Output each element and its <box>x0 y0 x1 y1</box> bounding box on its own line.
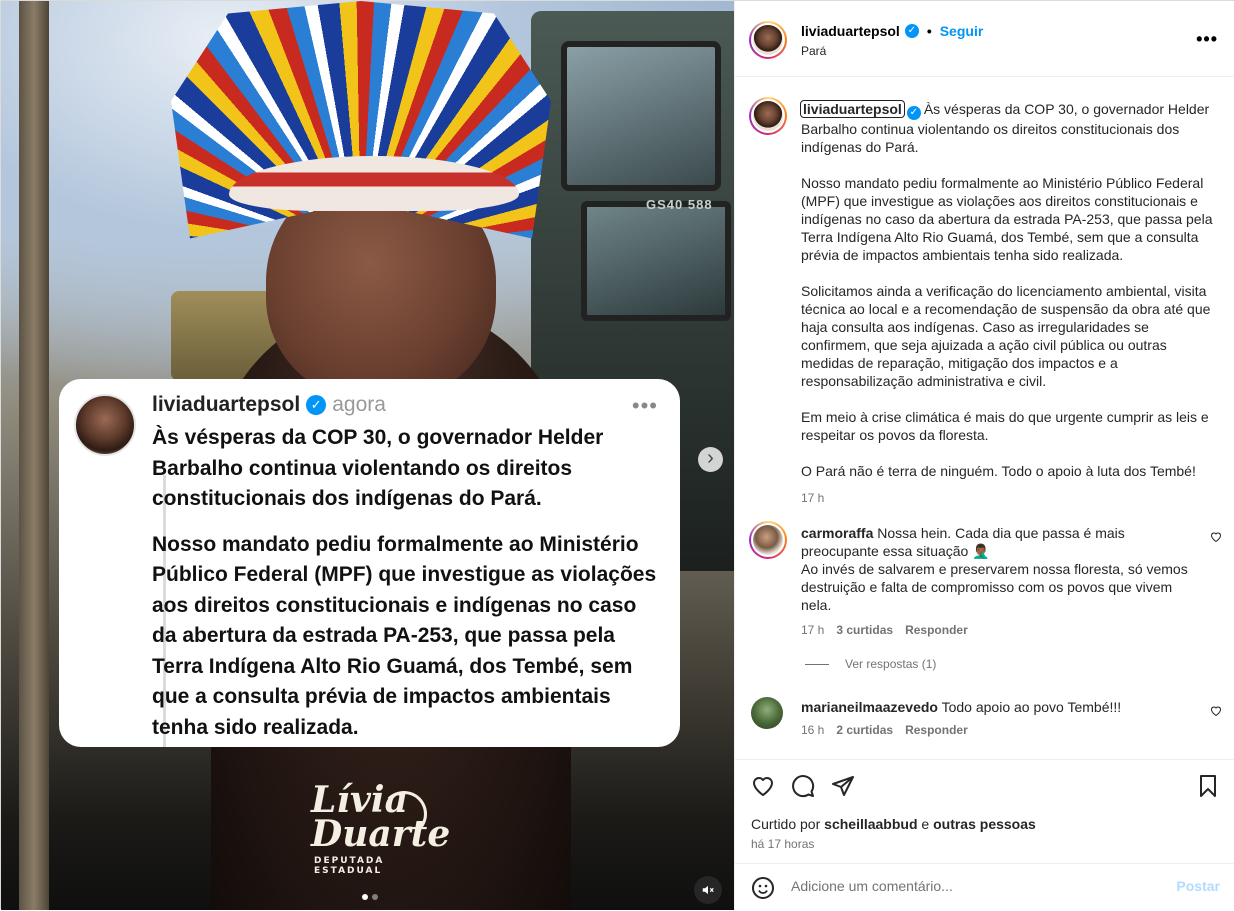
header-username[interactable]: liviaduartepsol <box>801 23 900 39</box>
share-paper-plane-icon[interactable] <box>831 774 855 798</box>
post-header: liviaduartepsol ✓ • Seguir Pará ••• <box>735 1 1234 77</box>
location-link[interactable]: Pará <box>801 44 826 58</box>
liked-by-user[interactable]: scheillaabbud <box>824 816 917 832</box>
like-heart-icon[interactable] <box>751 774 775 798</box>
card-text: Às vésperas da COP 30, o governador Held… <box>152 423 662 743</box>
avatar[interactable] <box>753 101 783 131</box>
card-avatar <box>74 394 136 456</box>
truck-window <box>561 41 721 191</box>
reply-button[interactable]: Responder <box>905 723 968 737</box>
post-comment-button[interactable]: Postar <box>1176 878 1220 894</box>
save-bookmark-icon[interactable] <box>1196 774 1220 798</box>
threads-post-card: liviaduartepsol ✓ agora ••• Às vésperas … <box>59 379 680 747</box>
verified-badge-icon: ✓ <box>306 395 327 415</box>
verified-badge-icon: ✓ <box>906 106 921 120</box>
post-media[interactable]: GS40 588 liviaduartepsol ✓ agora ••• Às … <box>1 1 734 910</box>
comment-username[interactable]: carmoraffa <box>801 525 873 541</box>
like-comment-icon[interactable] <box>1210 531 1222 546</box>
carousel-indicator <box>362 894 378 900</box>
post-sidebar: liviaduartepsol ✓ • Seguir Pará ••• livi… <box>734 1 1234 910</box>
commenter-story-ring[interactable] <box>749 521 787 559</box>
card-header: liviaduartepsol ✓ agora <box>152 393 386 417</box>
comment-bubble-icon[interactable] <box>791 774 815 798</box>
card-time: agora <box>332 393 386 416</box>
truck-code: GS40 588 <box>646 197 713 212</box>
add-comment-bar: Postar <box>735 863 1234 911</box>
caption-paragraph: Solicitamos ainda a verificação do licen… <box>801 283 1211 389</box>
caption-paragraph: O Pará não é terra de ninguém. Todo o ap… <box>801 463 1196 479</box>
caption-time[interactable]: 17 h <box>801 489 1221 507</box>
follow-button[interactable]: Seguir <box>940 23 984 39</box>
next-slide-button[interactable]: › <box>698 447 723 472</box>
comment-meta: 16 h 2 curtidas Responder <box>801 723 968 737</box>
post-caption: liviaduartepsol ✓ Às vésperas da COP 30, o… <box>800 100 1221 507</box>
reply-button[interactable]: Responder <box>905 623 968 637</box>
caption-paragraph: Em meio à crise climática é mais do que … <box>801 409 1209 443</box>
comment-text: carmoraffa Nossa hein. Cada dia que pass… <box>801 525 1188 613</box>
truck-side-window <box>581 201 731 321</box>
comment-input[interactable] <box>791 878 1151 894</box>
comment-likes[interactable]: 3 curtidas <box>836 623 893 637</box>
liked-by-others[interactable]: outras pessoas <box>933 816 1036 832</box>
action-icons <box>751 774 855 798</box>
more-options-icon[interactable]: ••• <box>1196 29 1218 50</box>
avatar[interactable] <box>753 525 783 555</box>
livia-duarte-logo: Lívia Duarte DEPUTADA ESTADUAL <box>311 779 451 876</box>
instagram-post: GS40 588 liviaduartepsol ✓ agora ••• Às … <box>0 0 1234 910</box>
caption-paragraph: Nosso mandato pediu formalmente ao Minis… <box>801 175 1213 263</box>
comment-likes[interactable]: 2 curtidas <box>836 723 893 737</box>
card-username: liviaduartepsol <box>152 393 301 416</box>
card-more-icon: ••• <box>631 393 658 418</box>
view-replies-button[interactable]: Ver respostas (1) <box>805 657 936 671</box>
muted-speaker-icon <box>702 885 714 895</box>
caption-story-ring[interactable] <box>749 97 787 135</box>
story-ring[interactable] <box>749 21 787 59</box>
liked-by-text: Curtido por scheillaabbud e outras pesso… <box>751 816 1036 832</box>
avatar[interactable] <box>751 697 783 729</box>
carousel-dot-active <box>362 894 368 900</box>
card-paragraph: Nosso mandato pediu formalmente ao Minis… <box>152 532 657 739</box>
caption-username[interactable]: liviaduartepsol <box>800 100 905 118</box>
wooden-pole <box>19 1 49 910</box>
mute-button[interactable] <box>694 876 722 904</box>
verified-badge-icon: ✓ <box>904 24 919 38</box>
emoji-icon[interactable] <box>751 876 775 900</box>
comment-meta: 17 h 3 curtidas Responder <box>801 623 968 637</box>
comment-text: marianeilmaazevedo Todo apoio ao povo Te… <box>801 699 1122 715</box>
carousel-dot <box>372 894 378 900</box>
avatar[interactable] <box>753 25 783 55</box>
logo-arc <box>381 791 427 837</box>
card-paragraph: Às vésperas da COP 30, o governador Held… <box>152 426 604 510</box>
post-date[interactable]: há 17 horas <box>751 837 814 851</box>
comment-username[interactable]: marianeilmaazevedo <box>801 699 938 715</box>
like-comment-icon[interactable] <box>1210 705 1222 720</box>
post-actions: Curtido por scheillaabbud e outras pesso… <box>735 759 1234 910</box>
header-user: liviaduartepsol ✓ • Seguir <box>801 23 984 39</box>
